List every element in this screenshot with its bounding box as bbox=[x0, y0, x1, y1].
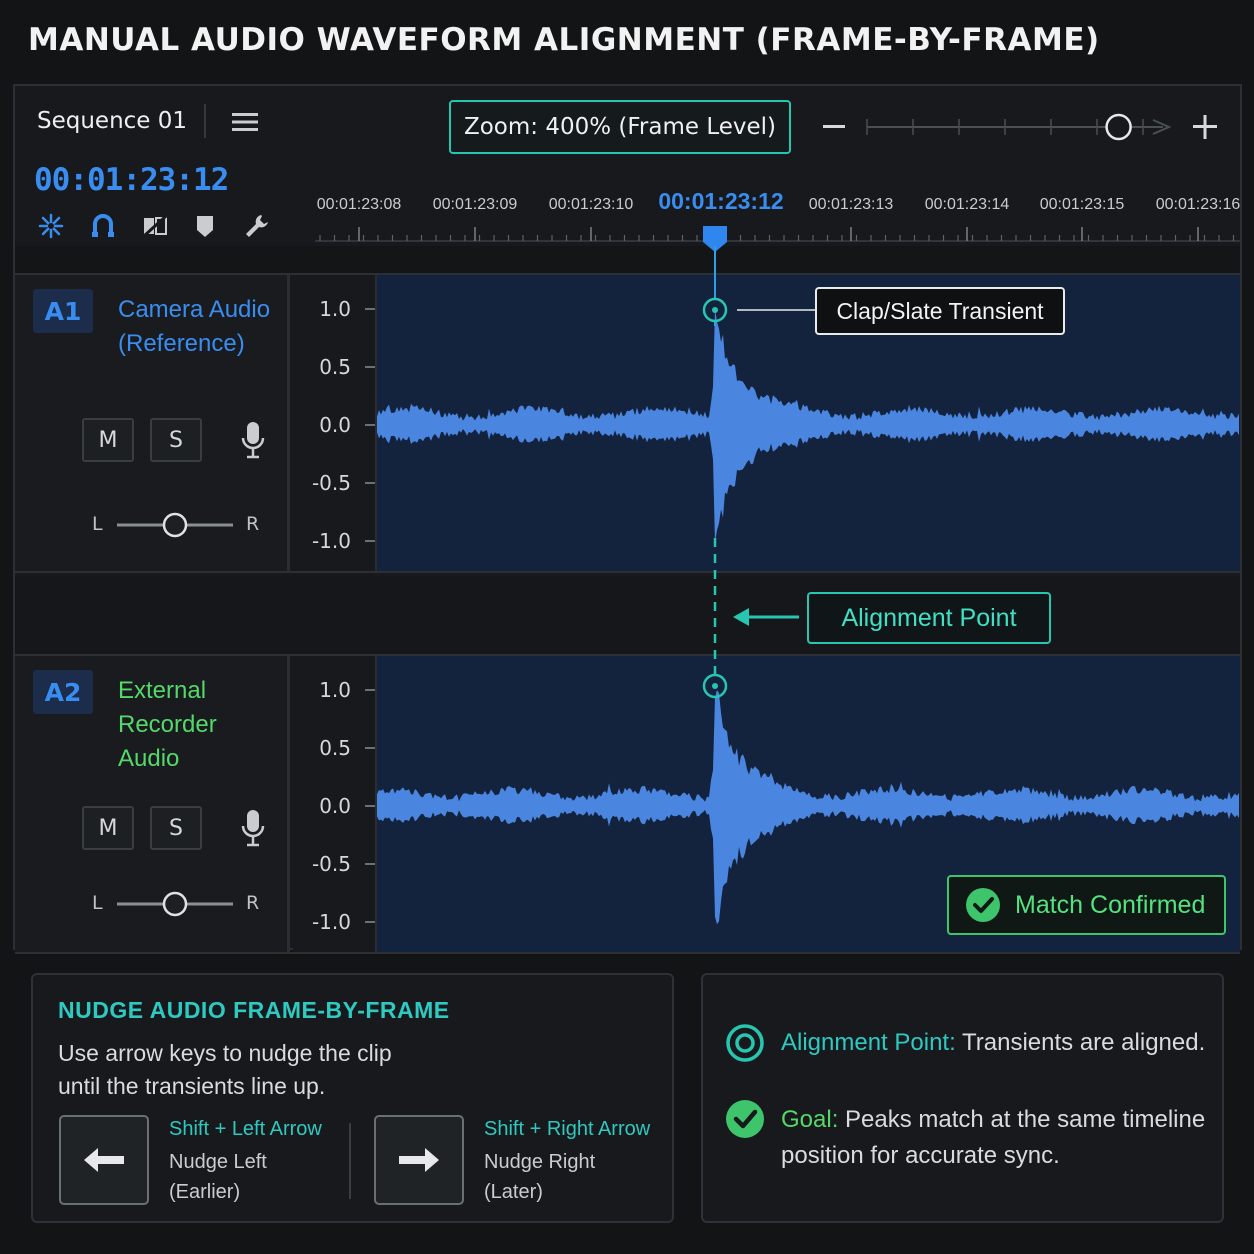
axis-label: 0.0 bbox=[319, 794, 351, 818]
waveform-graphic bbox=[377, 309, 1239, 544]
alignment-gap bbox=[15, 576, 1240, 654]
axis-tick bbox=[365, 805, 375, 807]
ruler-label-active: 00:01:23:12 bbox=[658, 188, 784, 214]
axis-label: -0.5 bbox=[311, 471, 351, 495]
pan-right-label: R bbox=[246, 892, 260, 914]
solo-button[interactable]: S bbox=[150, 806, 202, 850]
nudge-left-action: Nudge Left bbox=[169, 1151, 267, 1173]
track-id-badge[interactable]: A2 bbox=[33, 670, 93, 714]
info-panel: Alignment Point: Transients are aligned.… bbox=[701, 973, 1224, 1223]
pan-slider[interactable] bbox=[115, 511, 235, 539]
pan-left-label: L bbox=[92, 513, 103, 535]
axis-tick bbox=[365, 366, 375, 368]
axis-label: 0.5 bbox=[319, 355, 351, 379]
nudge-right-action: Nudge Right bbox=[484, 1151, 596, 1173]
axis-label: 1.0 bbox=[319, 678, 351, 702]
nudge-description: Use arrow keys to nudge the clip until t… bbox=[58, 1040, 392, 1099]
ruler-label: 00:01:23:15 bbox=[1039, 196, 1125, 213]
axis-label: -0.5 bbox=[311, 852, 351, 876]
arrow-right-icon bbox=[399, 1148, 439, 1172]
nudge-right-detail: (Later) bbox=[484, 1181, 543, 1203]
nudge-left-detail: (Earlier) bbox=[169, 1181, 241, 1203]
alignment-info: Alignment Point: Transients are aligned. bbox=[725, 1024, 1221, 1063]
axis-tick bbox=[365, 863, 375, 865]
ruler-label: 00:01:23:16 bbox=[1155, 196, 1241, 213]
microphone-icon[interactable] bbox=[239, 420, 267, 460]
pan-left-label: L bbox=[92, 892, 103, 914]
axis-tick bbox=[365, 689, 375, 691]
nudge-right-button[interactable] bbox=[374, 1115, 464, 1205]
solo-button[interactable]: S bbox=[150, 418, 202, 462]
nudge-left-shortcut: Shift + Left Arrow bbox=[169, 1118, 322, 1140]
target-icon bbox=[726, 1024, 764, 1062]
axis-tick bbox=[365, 540, 375, 542]
amplitude-axis: 1.0 0.5 0.0 -0.5 -1.0 bbox=[293, 275, 377, 571]
ruler-label: 00:01:23:09 bbox=[432, 196, 518, 213]
track-id-badge[interactable]: A1 bbox=[33, 289, 93, 333]
mute-button[interactable]: M bbox=[82, 418, 134, 462]
axis-tick bbox=[365, 482, 375, 484]
waveform-shape bbox=[377, 309, 1239, 544]
separator bbox=[349, 1123, 351, 1199]
pan-right-label: R bbox=[246, 513, 260, 535]
pan-slider[interactable] bbox=[115, 890, 235, 918]
match-confirmed-label: Match Confirmed bbox=[1015, 890, 1206, 919]
waveform-a1[interactable] bbox=[377, 275, 1240, 571]
nudge-right-shortcut: Shift + Right Arrow bbox=[484, 1118, 651, 1140]
alignment-info-key: Alignment Point: bbox=[781, 1029, 956, 1056]
goal-info-text: Peaks match at the same timeline positio… bbox=[781, 1106, 1206, 1169]
arrow-left-icon bbox=[84, 1148, 124, 1172]
axis-label: 0.0 bbox=[319, 413, 351, 437]
track-header-a2: A2 External Recorder Audio M S L R bbox=[15, 656, 290, 952]
pan-knob bbox=[162, 512, 188, 538]
ruler-label: 00:01:23:14 bbox=[924, 196, 1010, 213]
transient-callout: Clap/Slate Transient bbox=[815, 287, 1065, 335]
timeline-ruler[interactable] bbox=[15, 86, 1240, 246]
axis-tick bbox=[365, 747, 375, 749]
ruler-label: 00:01:23:08 bbox=[316, 196, 402, 213]
ruler-label: 00:01:23:13 bbox=[808, 196, 894, 213]
page-title: MANUAL AUDIO WAVEFORM ALIGNMENT (FRAME-B… bbox=[28, 22, 1100, 58]
mute-button[interactable]: M bbox=[82, 806, 134, 850]
track-name: Camera Audio (Reference) bbox=[118, 296, 271, 357]
amplitude-axis: 1.0 0.5 0.0 -0.5 -1.0 bbox=[293, 656, 377, 952]
nudge-panel: NUDGE AUDIO FRAME-BY-FRAME Use arrow key… bbox=[31, 973, 674, 1223]
check-circle-icon bbox=[966, 888, 1000, 922]
track-header-a1: A1 Camera Audio (Reference) M S L R bbox=[15, 275, 290, 571]
ruler-label: 00:01:23:10 bbox=[548, 196, 634, 213]
goal-info: Goal: Peaks match at the same timeline p… bbox=[725, 1100, 1221, 1174]
nudge-left-button[interactable] bbox=[59, 1115, 149, 1205]
match-confirmed-badge: Match Confirmed bbox=[947, 875, 1226, 935]
check-circle-icon bbox=[726, 1100, 764, 1138]
ruler-gap bbox=[15, 246, 1240, 273]
nudge-title: NUDGE AUDIO FRAME-BY-FRAME bbox=[58, 997, 450, 1023]
track-name: External Recorder Audio bbox=[118, 677, 217, 772]
timeline-header: Sequence 01 00:01:23:12 Zoom: 400% (Fram… bbox=[15, 86, 1240, 246]
axis-label: -1.0 bbox=[311, 910, 351, 934]
axis-tick bbox=[365, 921, 375, 923]
timeline-editor: Sequence 01 00:01:23:12 Zoom: 400% (Fram… bbox=[13, 84, 1242, 954]
alignment-info-text: Transients are aligned. bbox=[962, 1029, 1206, 1056]
axis-label: -1.0 bbox=[311, 529, 351, 553]
alignment-point-callout: Alignment Point bbox=[807, 592, 1051, 644]
axis-label: 0.5 bbox=[319, 736, 351, 760]
pan-knob bbox=[162, 891, 188, 917]
goal-info-key: Goal: bbox=[781, 1106, 839, 1133]
microphone-icon[interactable] bbox=[239, 808, 267, 848]
axis-tick bbox=[365, 424, 375, 426]
axis-label: 1.0 bbox=[319, 297, 351, 321]
axis-tick bbox=[365, 308, 375, 310]
